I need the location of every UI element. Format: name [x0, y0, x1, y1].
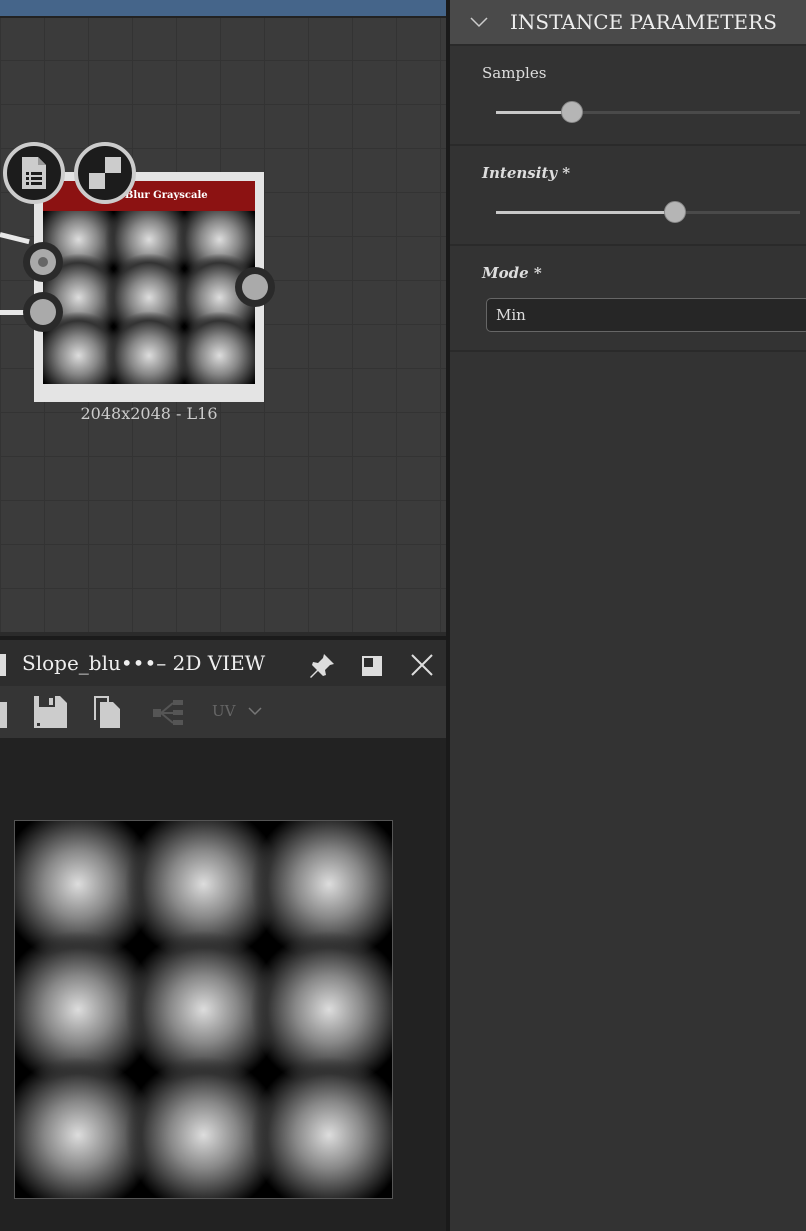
- node-thumbnail: [43, 211, 255, 384]
- mode-select[interactable]: Min: [486, 298, 806, 332]
- copy-icon[interactable]: [94, 696, 122, 728]
- slider-handle[interactable]: [664, 201, 687, 223]
- slider-handle[interactable]: [561, 101, 583, 123]
- param-intensity: Intensity *: [450, 146, 806, 246]
- panel-header[interactable]: INSTANCE PARAMETERS: [450, 0, 806, 46]
- view-icon: [0, 654, 6, 676]
- intensity-slider[interactable]: [496, 201, 800, 223]
- connection-wire: [0, 232, 30, 245]
- instance-parameters-panel: INSTANCE PARAMETERS Samples Intensity * …: [450, 0, 806, 1231]
- input-port-1[interactable]: [23, 242, 63, 282]
- node-title: Slope Blur Grayscale: [43, 181, 255, 211]
- texture-blob: [249, 1055, 392, 1198]
- node-resolution: 2048x2048 - L16: [80, 404, 218, 423]
- view2d-toolbar: UV: [0, 686, 446, 738]
- samples-slider[interactable]: [496, 101, 800, 123]
- texture-preview: [14, 820, 393, 1199]
- maximize-icon[interactable]: [361, 655, 383, 677]
- param-mode: Mode * Min: [450, 246, 806, 352]
- graph-nodes-icon[interactable]: [153, 700, 183, 726]
- input-port-2[interactable]: [23, 292, 63, 332]
- panel-title: INSTANCE PARAMETERS: [510, 10, 777, 34]
- uv-dropdown-label[interactable]: UV: [212, 702, 235, 720]
- checker-preview-icon[interactable]: [74, 142, 136, 204]
- output-port[interactable]: [235, 267, 275, 307]
- chevron-down-icon[interactable]: [470, 16, 488, 28]
- chevron-down-icon[interactable]: [248, 706, 262, 716]
- param-label: Intensity *: [482, 164, 571, 182]
- graph-top-bar: [0, 0, 446, 18]
- view2d-header: Slope_blu•••– 2D VIEW: [0, 636, 446, 686]
- image-icon[interactable]: [0, 702, 7, 728]
- document-list-icon[interactable]: [3, 142, 65, 204]
- param-samples: Samples: [450, 46, 806, 146]
- param-label: Samples: [482, 64, 547, 82]
- close-icon[interactable]: [411, 654, 433, 676]
- param-label: Mode *: [482, 264, 542, 282]
- view2d-title: Slope_blu•••– 2D VIEW: [22, 651, 266, 675]
- node-graph[interactable]: Slope Blur Grayscale 2048x2048 - L16: [0, 0, 446, 632]
- save-icon[interactable]: [34, 696, 67, 728]
- node-slope-blur-grayscale[interactable]: Slope Blur Grayscale: [34, 172, 264, 402]
- pin-icon[interactable]: [308, 652, 336, 680]
